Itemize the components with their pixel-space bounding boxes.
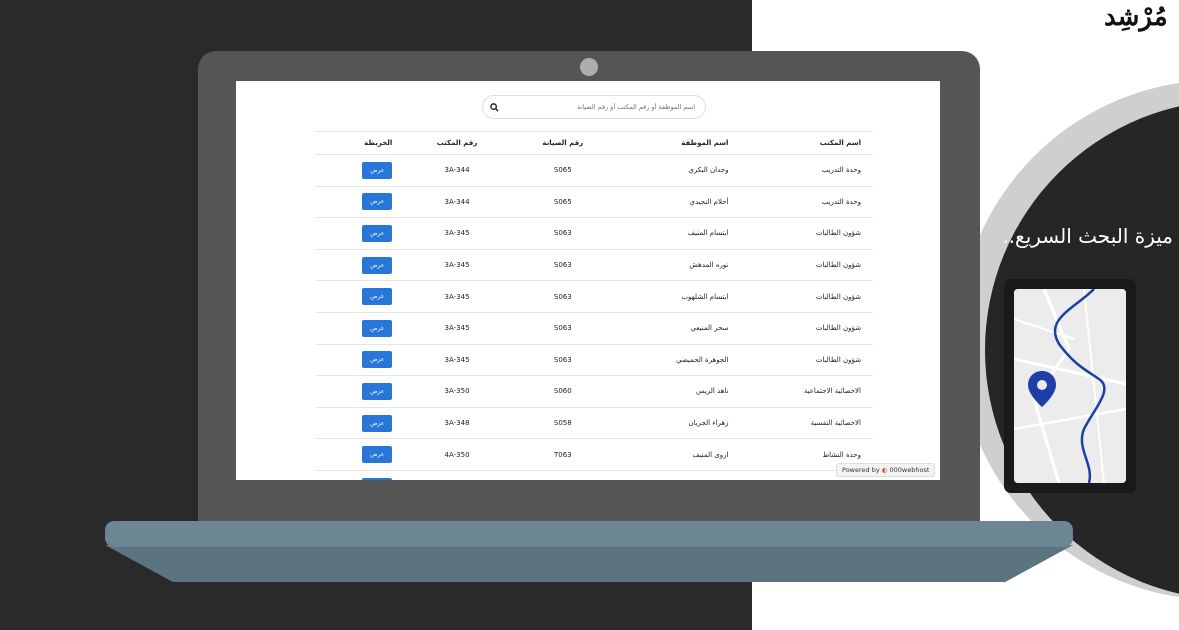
office-no-cell: 3A-350: [404, 375, 510, 408]
table-row: شؤون الطالبات ابتسام المنيف S063 3A-345 عرض: [316, 217, 873, 250]
employee-name-cell: أحلام النجيدي: [615, 186, 741, 219]
laptop-base-top: [105, 521, 1073, 547]
header-map: الخريطة: [316, 131, 405, 155]
employee-name-cell: سحر المنيعي: [615, 312, 741, 345]
view-map-button[interactable]: عرض: [362, 351, 393, 369]
maintenance-no-cell: S058: [509, 407, 616, 440]
phone-map-screen: [1014, 289, 1126, 483]
office-name-cell: الاخصائية النفسية: [740, 407, 873, 440]
table-row: شؤون الطالبات الجوهرة الحميضي S063 3A-345 عر…: [316, 344, 873, 377]
brand-logo: مُرْشِد: [1104, 2, 1168, 32]
office-name-cell: وحدة التدريب: [740, 154, 873, 187]
employee-name-cell: نوره المدهش: [615, 249, 741, 282]
laptop-screen: اسم المكتب اسم الموظفة رقم الصيانة رقم ا…: [236, 81, 940, 480]
maintenance-no-cell: S065: [509, 154, 616, 187]
table-row: شؤون الطالبات نوره المدهش S063 3A-345 عرض: [316, 249, 873, 282]
maintenance-no-cell: S060: [509, 375, 616, 408]
view-map-button[interactable]: عرض: [362, 193, 393, 211]
office-no-cell: 3A-345: [404, 217, 510, 250]
table-row: شؤون الطالبات ابتسام الشلهوب S063 3A-345 عرض: [316, 280, 873, 313]
map-cell: عرض: [316, 470, 405, 480]
maintenance-no-cell: S063: [509, 249, 616, 282]
view-map-button[interactable]: عرض: [362, 477, 393, 480]
table-row: وحدة التدريب وجدان البكري S065 3A-344 عرض: [316, 154, 873, 187]
map-cell: عرض: [316, 280, 405, 313]
results-table: اسم المكتب اسم الموظفة رقم الصيانة رقم ا…: [316, 131, 873, 480]
maintenance-no-cell: S065: [509, 186, 616, 219]
maintenance-no-cell: S063: [509, 217, 616, 250]
view-map-button[interactable]: عرض: [362, 382, 393, 400]
employee-name-cell: ابتسام الشلهوب: [615, 280, 741, 313]
office-name-cell: شؤون الطالبات: [740, 217, 873, 250]
webhost-logo-icon: ◐: [881, 466, 888, 474]
maintenance-no-cell: S063: [509, 280, 616, 313]
map-cell: عرض: [316, 375, 405, 408]
table-row: شؤون الطالبات سحر المنيعي S063 3A-345 عرض: [316, 312, 873, 345]
search-bar: [482, 95, 706, 119]
maintenance-no-cell: S063: [509, 312, 616, 345]
office-no-cell: 3A-344: [404, 186, 510, 219]
office-no-cell: 3A-345: [404, 312, 510, 345]
office-name-cell: شؤون الطالبات: [740, 280, 873, 313]
search-icon: [489, 102, 499, 112]
map-cell: عرض: [316, 217, 405, 250]
phone-mockup: [1004, 279, 1136, 493]
map-cell: عرض: [316, 438, 405, 471]
search-button[interactable]: [483, 96, 505, 118]
view-map-button[interactable]: عرض: [362, 161, 393, 179]
map-cell: عرض: [316, 154, 405, 187]
powered-by-host: 000webhost: [889, 466, 930, 474]
office-name-cell: شؤون الطالبات: [740, 249, 873, 282]
maintenance-no-cell: T063: [509, 470, 616, 480]
office-no-cell: 3A-345: [404, 249, 510, 282]
laptop-base-bottom: [105, 545, 1073, 582]
map-cell: عرض: [316, 344, 405, 377]
header-maintenance-no: رقم الصيانة: [509, 131, 616, 155]
employee-name-cell: ابتسام المنيف: [615, 217, 741, 250]
office-no-cell: 3A-345: [404, 344, 510, 377]
feature-tagline: ميزة البحث السريع..: [1002, 224, 1173, 248]
laptop-camera: [580, 58, 598, 76]
powered-by-badge[interactable]: Powered by ◐ 000webhost: [836, 463, 936, 477]
map-cell: عرض: [316, 186, 405, 219]
map-cell: عرض: [316, 312, 405, 345]
employee-name-cell: ناهد الريس: [615, 375, 741, 408]
header-office-no: رقم المكتب: [404, 131, 510, 155]
table-row: الاخصائية النفسية زهراء الجريان S058 3A-348…: [316, 407, 873, 440]
office-name-cell: شؤون الطالبات: [740, 312, 873, 345]
search-input[interactable]: [505, 103, 705, 111]
maintenance-no-cell: T063: [509, 438, 616, 471]
table-row: وحدة النشاط اروى المنيف T063 4A-350 عرض: [316, 438, 873, 471]
office-no-cell: 3A-344: [404, 154, 510, 187]
map-illustration: [1014, 289, 1126, 483]
view-map-button[interactable]: عرض: [362, 414, 393, 432]
employee-name-cell: اروى المنيف: [615, 438, 741, 471]
view-map-button[interactable]: عرض: [362, 319, 393, 337]
office-no-cell: 4A-350: [404, 470, 510, 480]
table-row: T0634A-350 عرض: [316, 470, 873, 480]
powered-by-label: Powered by: [842, 466, 880, 474]
view-map-button[interactable]: عرض: [362, 256, 393, 274]
office-no-cell: 3A-348: [404, 407, 510, 440]
office-name-cell: وحدة التدريب: [740, 186, 873, 219]
header-employee-name: اسم الموظفة: [615, 131, 741, 155]
office-name-cell: الاخصائية الاجتماعية: [740, 375, 873, 408]
table-header-row: اسم المكتب اسم الموظفة رقم الصيانة رقم ا…: [316, 131, 873, 155]
view-map-button[interactable]: عرض: [362, 224, 393, 242]
map-cell: عرض: [316, 249, 405, 282]
employee-name-cell: [615, 470, 741, 480]
employee-name-cell: الجوهرة الحميضي: [615, 344, 741, 377]
table-row: الاخصائية الاجتماعية ناهد الريس S060 3A-350…: [316, 375, 873, 408]
office-name-cell: شؤون الطالبات: [740, 344, 873, 377]
office-no-cell: 4A-350: [404, 438, 510, 471]
view-map-button[interactable]: عرض: [362, 288, 393, 306]
maintenance-no-cell: S063: [509, 344, 616, 377]
header-office-name: اسم المكتب: [740, 131, 873, 155]
office-no-cell: 3A-345: [404, 280, 510, 313]
view-map-button[interactable]: عرض: [362, 446, 393, 464]
table-row: وحدة التدريب أحلام النجيدي S065 3A-344 عرض: [316, 186, 873, 219]
employee-name-cell: زهراء الجريان: [615, 407, 741, 440]
map-cell: عرض: [316, 407, 405, 440]
employee-name-cell: وجدان البكري: [615, 154, 741, 187]
